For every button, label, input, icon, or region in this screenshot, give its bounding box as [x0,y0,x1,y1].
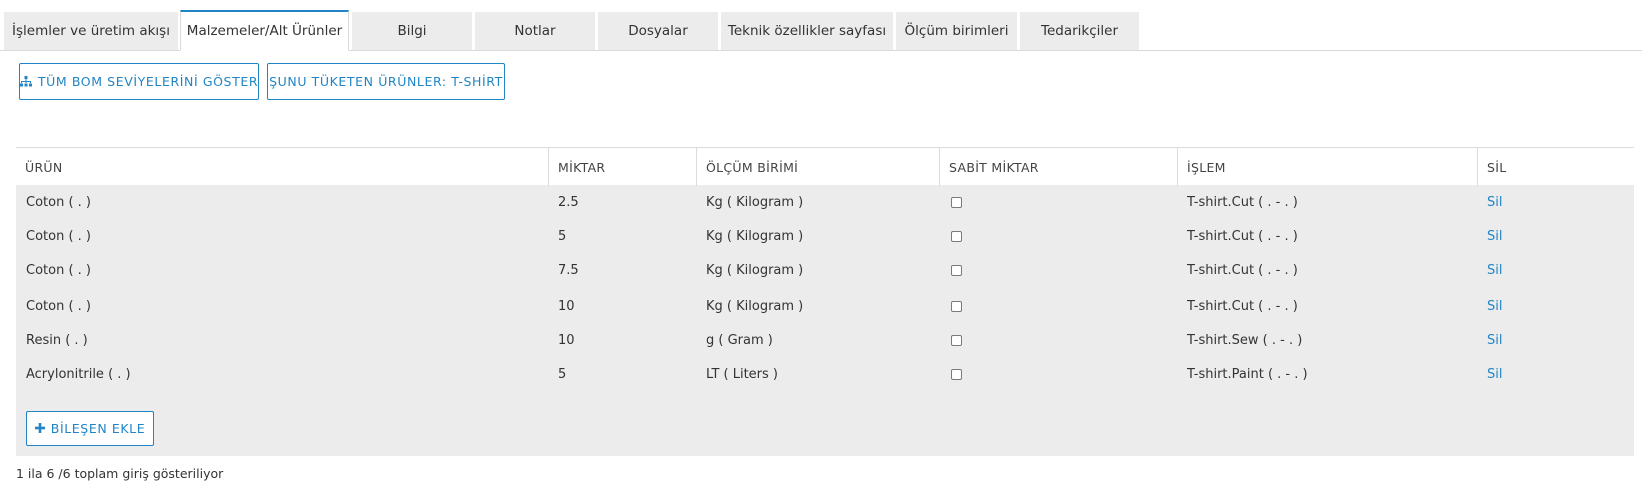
cell-unit: g ( Gram ) [706,333,773,348]
tab-notes[interactable]: Notlar [475,12,595,50]
column-header-fixed-quantity[interactable]: SABİT MİKTAR [939,148,1177,186]
fixed-quantity-checkbox[interactable] [951,231,962,242]
cell-unit: Kg ( Kilogram ) [706,195,804,210]
cell-fixed-quantity [939,185,962,220]
add-component-button[interactable]: BİLEŞEN EKLE [26,411,154,446]
show-all-bom-levels-label: TÜM BOM SEVİYELERİNİ GÖSTER [37,74,259,89]
entries-info: 1 ila 6 /6 toplam giriş gösteriliyor [16,466,224,481]
cell-fixed-quantity [939,357,962,392]
cell-product: Coton ( . ) [26,229,91,244]
column-header-unit[interactable]: ÖLÇÜM BİRİMİ [696,148,939,186]
plus-icon [34,421,45,436]
cell-quantity[interactable]: 10 [548,289,575,324]
fixed-quantity-checkbox[interactable] [951,369,962,380]
table-row: Coton ( . ) 7.5 Kg ( Kilogram ) T-shirt.… [16,253,1634,288]
tab-tech-specs[interactable]: Teknik özellikler sayfası [721,12,893,50]
cell-unit: Kg ( Kilogram ) [706,229,804,244]
cell-operation: T-shirt.Cut ( . - . ) [1187,263,1298,278]
table-row: Acrylonitrile ( . ) 5 LT ( Liters ) T-sh… [16,357,1634,392]
show-all-bom-levels-button[interactable]: TÜM BOM SEVİYELERİNİ GÖSTER [19,63,259,100]
delete-link[interactable]: Sil [1477,289,1502,324]
cell-product: Coton ( . ) [26,299,91,314]
tab-operations[interactable]: İşlemler ve üretim akışı [4,12,178,50]
cell-product: Coton ( . ) [26,263,91,278]
delete-link[interactable]: Sil [1477,185,1502,220]
cell-quantity[interactable]: 10 [548,323,575,358]
table-row: Coton ( . ) 10 Kg ( Kilogram ) T-shirt.C… [16,289,1634,324]
fixed-quantity-checkbox[interactable] [951,301,962,312]
column-header-quantity[interactable]: MİKTAR [548,148,696,186]
tab-units[interactable]: Ölçüm birimleri [896,12,1017,50]
fixed-quantity-checkbox[interactable] [951,265,962,276]
table-header: ÜRÜN MİKTAR ÖLÇÜM BİRİMİ SABİT MİKTAR İŞ… [16,147,1634,186]
consuming-products-button[interactable]: ŞUNU TÜKETEN ÜRÜNLER: T-SHİRT [267,63,505,100]
consuming-products-label: ŞUNU TÜKETEN ÜRÜNLER: T-SHİRT [269,74,503,89]
tab-suppliers[interactable]: Tedarikçiler [1020,12,1139,50]
cell-operation: T-shirt.Cut ( . - . ) [1187,299,1298,314]
cell-product: Acrylonitrile ( . ) [26,367,131,382]
tab-bar: İşlemler ve üretim akışı Malzemeler/Alt … [0,10,1642,51]
fixed-quantity-checkbox[interactable] [951,335,962,346]
cell-product: Resin ( . ) [26,333,88,348]
cell-product: Coton ( . ) [26,195,91,210]
cell-quantity[interactable]: 5 [548,219,566,254]
delete-link[interactable]: Sil [1477,323,1502,358]
sitemap-icon [19,76,32,87]
table-row: Resin ( . ) 10 g ( Gram ) T-shirt.Sew ( … [16,323,1634,358]
column-header-product[interactable]: ÜRÜN [16,148,548,186]
cell-fixed-quantity [939,323,962,358]
cell-unit: Kg ( Kilogram ) [706,263,804,278]
tab-info[interactable]: Bilgi [352,12,472,50]
tab-files[interactable]: Dosyalar [598,12,718,50]
components-table: ÜRÜN MİKTAR ÖLÇÜM BİRİMİ SABİT MİKTAR İŞ… [16,147,1634,456]
delete-link[interactable]: Sil [1477,253,1502,288]
column-header-operation[interactable]: İŞLEM [1177,148,1477,186]
cell-quantity[interactable]: 5 [548,357,566,392]
fixed-quantity-checkbox[interactable] [951,197,962,208]
column-header-delete: SİL [1477,148,1634,186]
cell-fixed-quantity [939,289,962,324]
cell-quantity[interactable]: 2.5 [548,185,579,220]
add-component-label: BİLEŞEN EKLE [50,421,146,436]
delete-link[interactable]: Sil [1477,219,1502,254]
table-row: Coton ( . ) 2.5 Kg ( Kilogram ) T-shirt.… [16,185,1634,220]
cell-operation: T-shirt.Sew ( . - . ) [1187,333,1303,348]
cell-fixed-quantity [939,219,962,254]
cell-quantity[interactable]: 7.5 [548,253,579,288]
delete-link[interactable]: Sil [1477,357,1502,392]
tab-materials[interactable]: Malzemeler/Alt Ürünler [180,10,349,51]
cell-fixed-quantity [939,253,962,288]
cell-operation: T-shirt.Cut ( . - . ) [1187,195,1298,210]
cell-unit: LT ( Liters ) [706,367,779,382]
cell-unit: Kg ( Kilogram ) [706,299,804,314]
cell-operation: T-shirt.Cut ( . - . ) [1187,229,1298,244]
cell-operation: T-shirt.Paint ( . - . ) [1187,367,1308,382]
table-row: Coton ( . ) 5 Kg ( Kilogram ) T-shirt.Cu… [16,219,1634,254]
